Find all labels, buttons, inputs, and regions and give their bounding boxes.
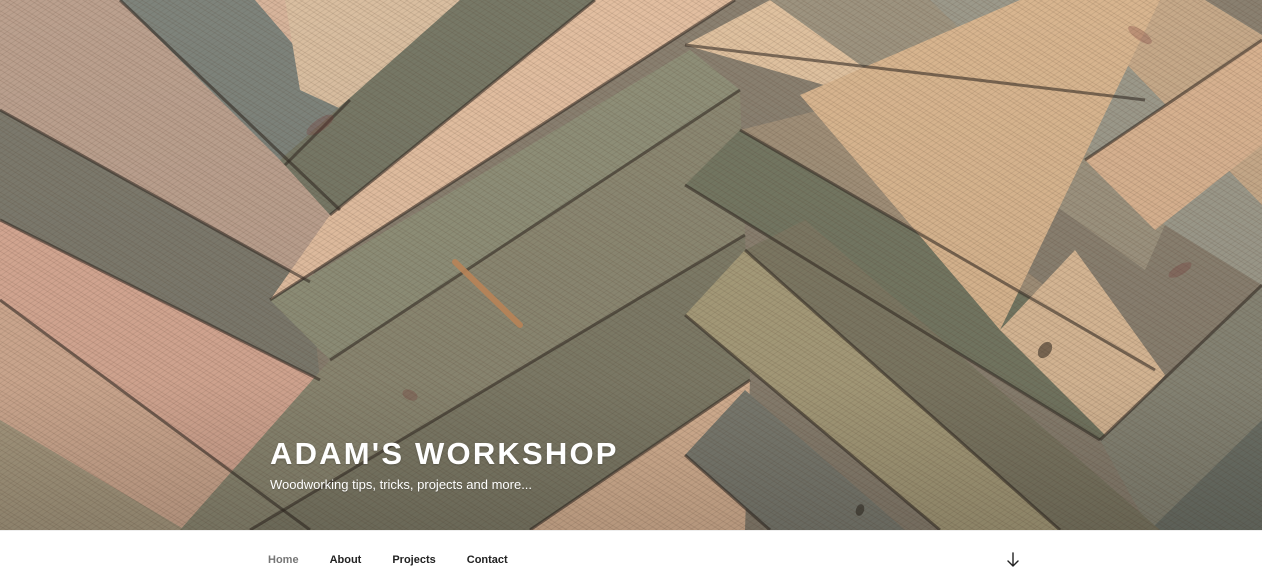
navigation-menu: Home About Projects Contact: [268, 551, 539, 569]
site-description: Woodworking tips, tricks, projects and m…: [270, 477, 533, 492]
arrow-down-icon: [1007, 552, 1019, 567]
page: ADAM'S WORKSHOP Woodworking tips, tricks…: [0, 0, 1262, 587]
nav-item-projects[interactable]: Projects: [392, 552, 435, 568]
scroll-down-button[interactable]: [1004, 551, 1022, 569]
site-header-image: ADAM'S WORKSHOP Woodworking tips, tricks…: [0, 0, 1262, 530]
nav-item-home[interactable]: Home: [268, 552, 299, 568]
site-branding: ADAM'S WORKSHOP Woodworking tips, tricks…: [270, 436, 970, 494]
nav-item-about[interactable]: About: [330, 552, 362, 568]
main-navigation: Home About Projects Contact: [0, 530, 1262, 587]
site-title[interactable]: ADAM'S WORKSHOP: [270, 436, 970, 472]
nav-item-contact[interactable]: Contact: [467, 552, 508, 568]
